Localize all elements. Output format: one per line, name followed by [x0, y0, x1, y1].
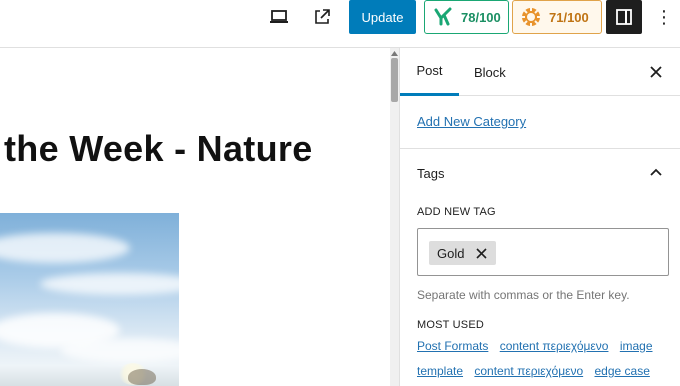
most-used-row: template content περιεχόμενο edge case — [417, 364, 658, 378]
yoast-score-value: 78/100 — [461, 9, 501, 25]
settings-sidebar-toggle[interactable] — [606, 0, 642, 34]
yoast-logo-icon — [431, 5, 455, 29]
scroll-up-arrow-icon[interactable] — [390, 48, 399, 58]
add-new-category-link[interactable]: Add New Category — [417, 114, 526, 129]
external-link-icon[interactable] — [305, 0, 339, 34]
editor-canvas[interactable]: the Week - Nature — [0, 48, 390, 386]
rankmath-score-button[interactable]: 71/100 — [512, 0, 602, 34]
post-title[interactable]: the Week - Nature — [4, 128, 313, 170]
settings-sidebar: Post Block Add New Category Tags ADD NEW… — [399, 48, 680, 386]
update-button[interactable]: Update — [349, 0, 416, 34]
scrollbar-thumb[interactable] — [391, 58, 398, 102]
most-used-tag-link[interactable]: image — [620, 339, 653, 353]
most-used-label: MOST USED — [417, 319, 484, 331]
sidebar-tabs: Post Block — [400, 48, 680, 96]
featured-image[interactable] — [0, 213, 179, 386]
tag-chip: Gold — [429, 241, 497, 265]
most-used-tag-link[interactable]: template — [417, 364, 463, 378]
sidebar-panel-icon — [616, 9, 632, 25]
remove-tag-icon[interactable] — [474, 246, 488, 260]
rankmath-score-value: 71/100 — [549, 9, 589, 25]
most-used-tag-link[interactable]: Post Formats — [417, 339, 488, 353]
panel-divider — [400, 148, 680, 149]
tab-post[interactable]: Post — [400, 48, 459, 96]
gear-icon — [519, 5, 543, 29]
close-icon[interactable] — [644, 60, 668, 84]
tag-input-field[interactable]: Gold — [417, 228, 669, 276]
most-used-tag-link[interactable]: content περιεχόμενο — [500, 339, 609, 353]
most-used-tag-link[interactable]: edge case — [594, 364, 649, 378]
most-used-tag-link[interactable]: content περιεχόμενο — [474, 364, 583, 378]
tag-chip-label: Gold — [437, 245, 465, 261]
add-new-tag-label: ADD NEW TAG — [417, 206, 496, 218]
editor-toolbar: Update 78/100 71/100 ⋮ — [0, 0, 680, 48]
more-options-icon[interactable]: ⋮ — [652, 0, 676, 34]
yoast-seo-score-button[interactable]: 78/100 — [424, 0, 509, 34]
desktop-preview-icon[interactable] — [262, 0, 296, 34]
most-used-row: Post Formats content περιεχόμενο image — [417, 339, 661, 353]
chevron-up-icon[interactable] — [648, 165, 664, 181]
tags-panel-title[interactable]: Tags — [417, 166, 444, 181]
tab-block[interactable]: Block — [474, 48, 506, 96]
tag-help-text: Separate with commas or the Enter key. — [417, 288, 630, 302]
